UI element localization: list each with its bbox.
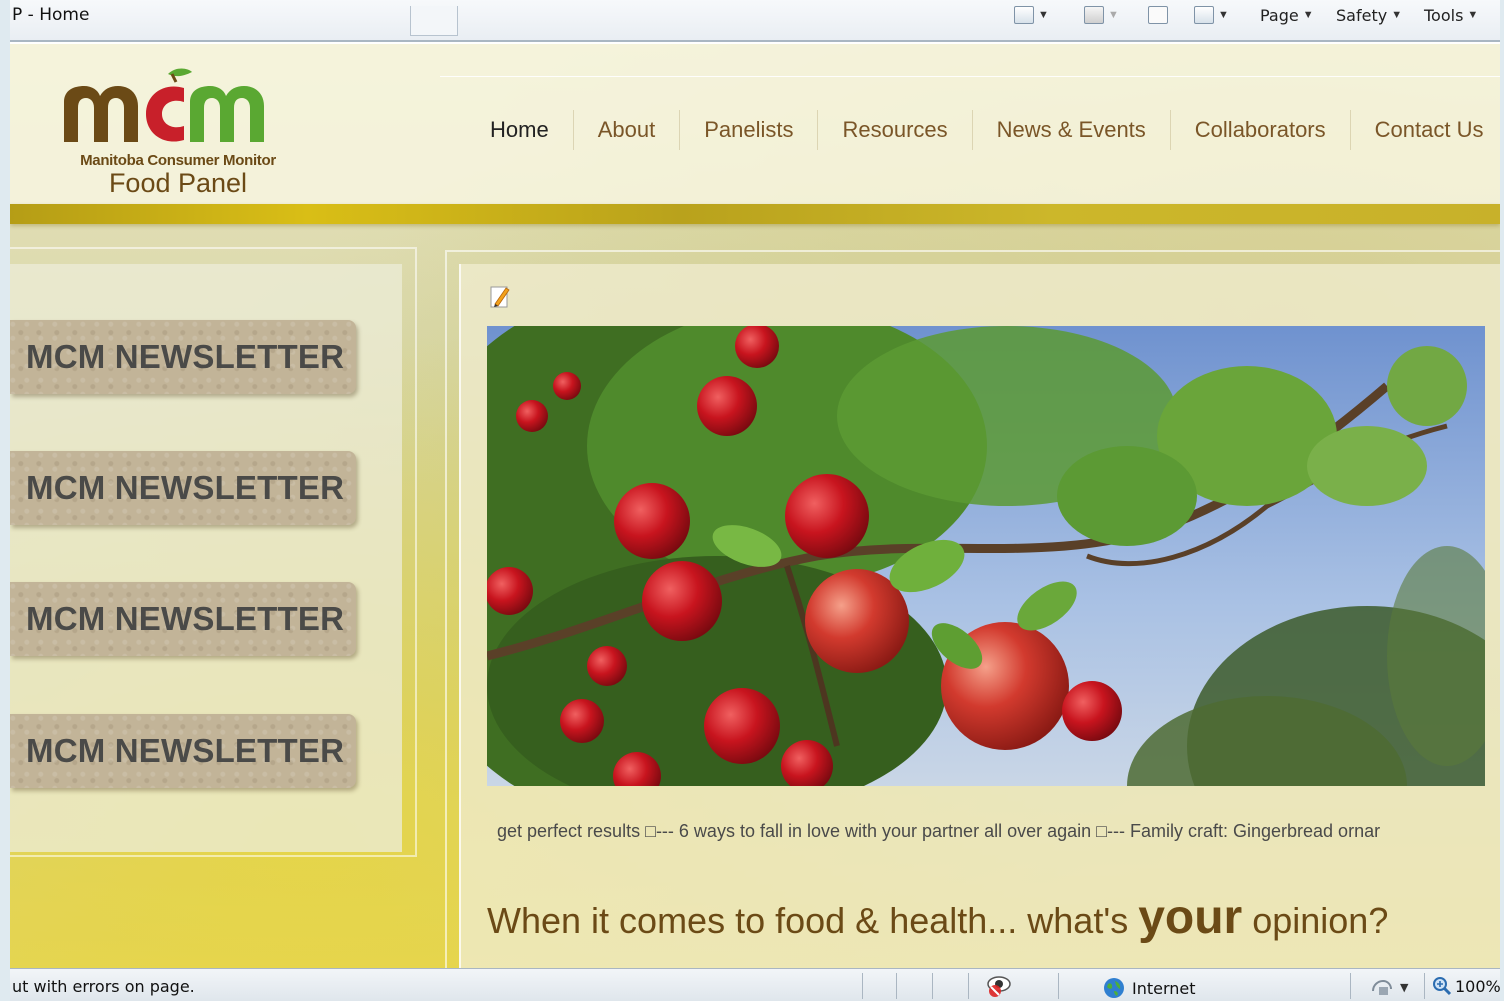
chevron-down-icon: ▼ <box>1302 9 1314 21</box>
security-zone[interactable]: Internet <box>1102 976 1196 1000</box>
status-divider <box>1058 973 1059 999</box>
browser-status-bar: ut with errors on page. Internet ▼ 100% <box>10 968 1500 1001</box>
logo-name: Food Panel <box>108 168 248 198</box>
browser-window: P - Home ▼ ▼ ▼ Page ▼ Safety ▼ Tools ▼ M… <box>10 0 1500 1001</box>
chevron-down-icon: ▼ <box>1467 9 1479 21</box>
nav-resources[interactable]: Resources <box>818 110 973 150</box>
zoom-control[interactable]: 100% <box>1432 976 1500 996</box>
chevron-down-icon: ▼ <box>1038 9 1049 21</box>
status-divider <box>932 973 933 999</box>
privacy-report-icon[interactable] <box>986 974 1012 998</box>
newsletter-button-2[interactable]: MCM NEWSLETTER <box>10 451 356 525</box>
status-divider <box>968 973 969 999</box>
page-menu[interactable]: Page ▼ <box>1260 2 1314 28</box>
edit-icon[interactable] <box>490 284 512 308</box>
feeds-icon <box>1084 6 1104 24</box>
tagline-text-end: opinion? <box>1242 900 1389 941</box>
main-nav: Home About Panelists Resources News & Ev… <box>470 110 1483 150</box>
globe-icon <box>1104 978 1124 998</box>
home-button[interactable]: ▼ <box>1014 2 1049 28</box>
read-mail-icon <box>1148 6 1168 24</box>
nav-home[interactable]: Home <box>470 110 574 150</box>
header-divider <box>440 76 1500 77</box>
status-message[interactable]: ut with errors on page. <box>12 977 195 996</box>
status-divider <box>1350 973 1351 999</box>
chevron-down-icon: ▼ <box>1108 9 1119 21</box>
mcm-logo-mark <box>64 68 264 142</box>
header-gold-band <box>10 204 1500 224</box>
status-divider <box>862 973 863 999</box>
new-tab-button[interactable] <box>410 6 458 36</box>
feeds-button[interactable]: ▼ <box>1084 2 1119 28</box>
zoom-level: 100% <box>1455 976 1500 996</box>
chevron-down-icon: ▼ <box>1400 980 1409 994</box>
browser-command-bar: P - Home ▼ ▼ ▼ Page ▼ Safety ▼ Tools ▼ <box>10 0 1500 42</box>
status-divider <box>896 973 897 999</box>
site-header: Manitoba Consumer Monitor Food Panel Hom… <box>10 44 1500 204</box>
tagline-emphasis: your <box>1138 891 1243 944</box>
hero-image-apple-tree <box>487 326 1485 786</box>
site-logo[interactable]: Manitoba Consumer Monitor Food Panel <box>58 68 298 198</box>
print-icon <box>1194 6 1214 24</box>
read-mail-button[interactable] <box>1148 2 1168 28</box>
nav-news-events[interactable]: News & Events <box>973 110 1171 150</box>
newsletter-button-4[interactable]: MCM NEWSLETTER <box>10 714 356 788</box>
nav-contact-us[interactable]: Contact Us <box>1351 110 1484 150</box>
tagline-text-start: When it comes to food & health... what's <box>487 900 1139 941</box>
home-icon <box>1014 6 1034 24</box>
newsletter-button-3[interactable]: MCM NEWSLETTER <box>10 582 356 656</box>
nav-collaborators[interactable]: Collaborators <box>1171 110 1351 150</box>
zone-label: Internet <box>1132 978 1196 998</box>
browser-tab-title[interactable]: P - Home <box>10 0 412 34</box>
status-divider <box>1424 973 1425 999</box>
zoom-icon <box>1433 977 1452 996</box>
news-ticker[interactable]: get perfect results □--- 6 ways to fall … <box>497 821 1477 845</box>
web-page: Manitoba Consumer Monitor Food Panel Hom… <box>10 44 1500 968</box>
chevron-down-icon: ▼ <box>1391 9 1403 21</box>
logo-subtitle: Manitoba Consumer Monitor <box>80 152 276 169</box>
tools-menu[interactable]: Tools ▼ <box>1424 2 1478 28</box>
newsletter-button-1[interactable]: MCM NEWSLETTER <box>10 320 356 394</box>
protected-mode-icon <box>1372 979 1392 995</box>
nav-panelists[interactable]: Panelists <box>680 110 819 150</box>
print-button[interactable]: ▼ <box>1194 2 1229 28</box>
safety-menu[interactable]: Safety ▼ <box>1336 2 1402 28</box>
protected-mode-button[interactable]: ▼ <box>1370 977 1408 997</box>
nav-about[interactable]: About <box>574 110 681 150</box>
chevron-down-icon: ▼ <box>1218 9 1229 21</box>
site-tagline: When it comes to food & health... what's… <box>487 890 1388 945</box>
